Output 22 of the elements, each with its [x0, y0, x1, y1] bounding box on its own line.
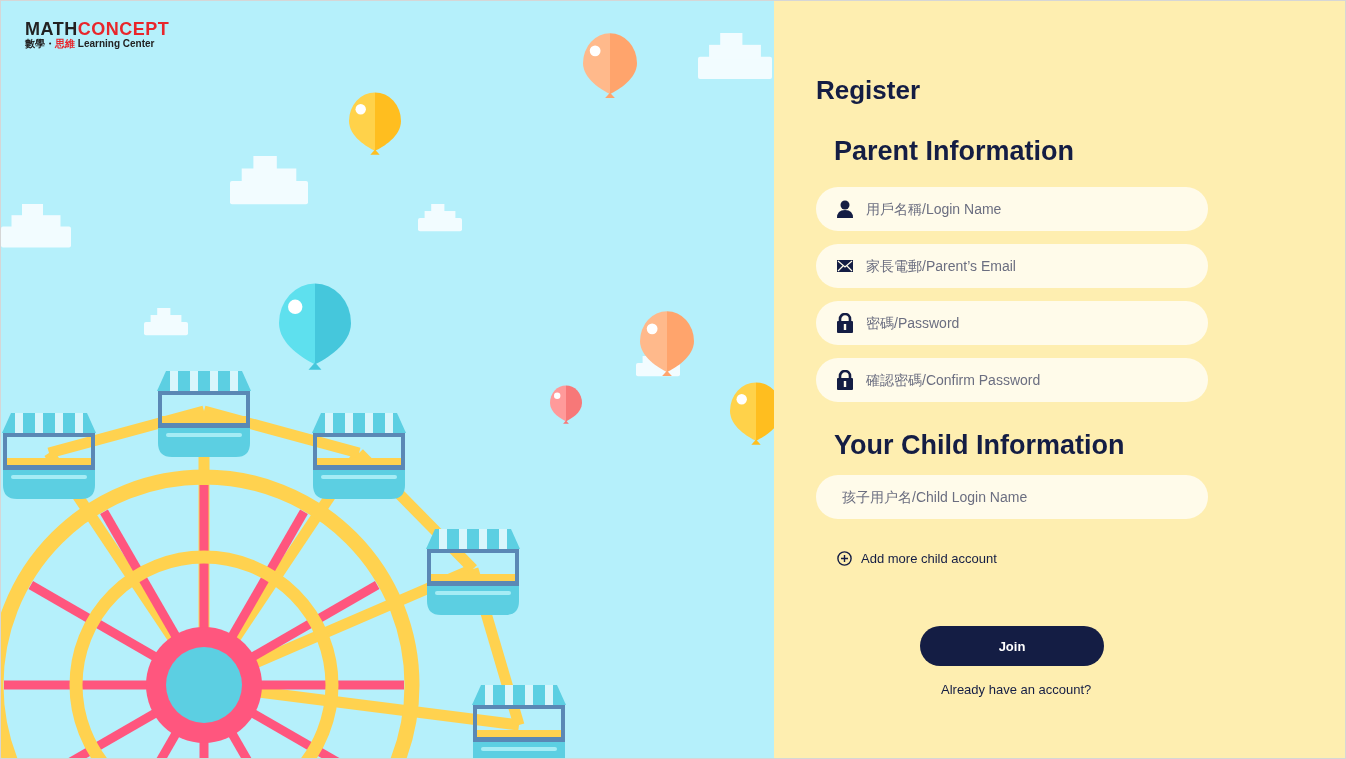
input-field[interactable]: 確認密碼/Confirm Password — [816, 358, 1208, 402]
join-button[interactable]: Join — [920, 626, 1104, 666]
section-heading: Your Child Information — [834, 430, 1125, 461]
cloud — [1, 204, 71, 248]
logo-tagline: 數學・思維 Learning Center — [25, 38, 156, 50]
input-field[interactable]: 用戶名稱/Login Name — [816, 187, 1208, 231]
cloud — [144, 308, 188, 336]
section-heading: Parent Information — [834, 136, 1075, 167]
add-child-button[interactable]: Add more child account — [837, 551, 997, 566]
input-field[interactable]: 密碼/Password — [816, 301, 1208, 345]
balloon — [640, 311, 694, 377]
register-title: Register — [816, 75, 921, 106]
login-link[interactable]: Already have an account? — [941, 682, 1092, 697]
balloon — [730, 382, 774, 445]
logo-wordmark: MATHCONCEPT — [25, 20, 170, 38]
plus-circle-icon — [837, 551, 852, 566]
balloon — [550, 385, 582, 424]
balloon — [349, 92, 401, 155]
input-field[interactable]: 家長電郵/Parent’s Email — [816, 244, 1208, 288]
cloud — [418, 204, 462, 232]
balloon — [583, 33, 637, 99]
input-field[interactable]: 孩子用户名/Child Login Name — [816, 475, 1208, 519]
